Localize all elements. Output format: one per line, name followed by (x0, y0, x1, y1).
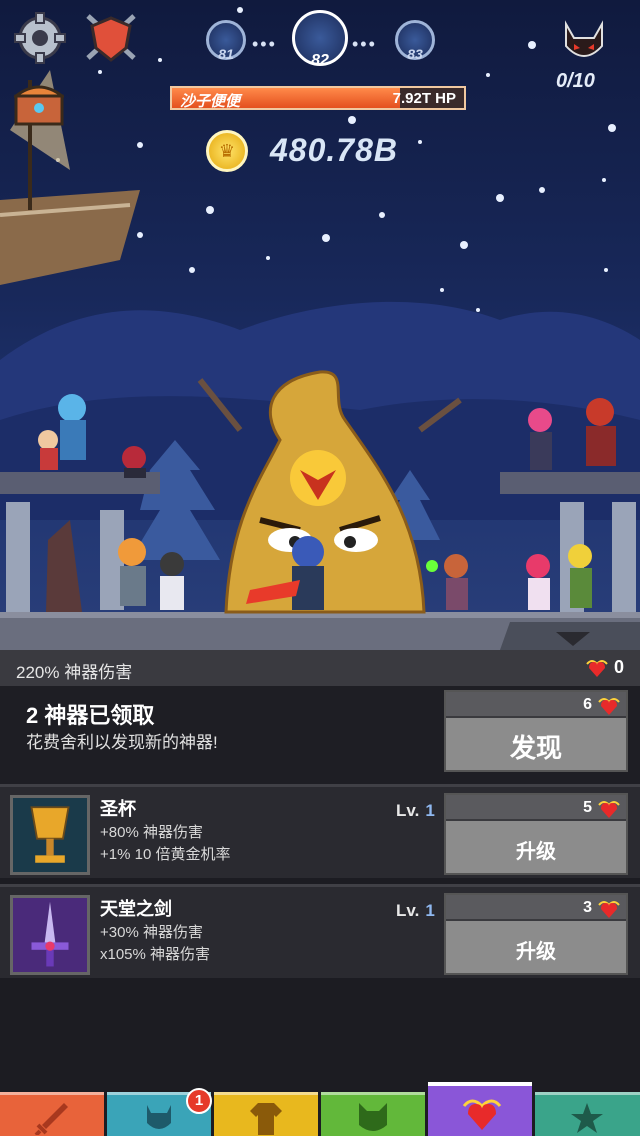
boss-kill-counter: 0/10 (556, 70, 595, 92)
holy-grail-icon[interactable] (10, 795, 90, 875)
pet-head-icon (359, 1103, 387, 1131)
stage-prev-number: 81 (218, 46, 234, 62)
discover-button[interactable]: 6 发现 (444, 690, 628, 772)
heroes-notification-badge: 1 (186, 1088, 212, 1114)
artifact-effect-2: +1% 10 倍黄金机率 (100, 846, 231, 863)
artifact-name: 天堂之剑 (100, 899, 172, 919)
heavenly-sword-icon[interactable] (10, 895, 90, 975)
tab-artifacts[interactable] (428, 1082, 532, 1136)
game-scene[interactable]: 81 ••• 82 ••• 83 0/10 沙子便便 7.92T HP ♛ 48… (0, 0, 640, 650)
tab-sword[interactable] (0, 1092, 104, 1136)
enemy-hp-value: 7.92T HP (392, 90, 456, 107)
clan-shield-icon[interactable] (84, 10, 138, 64)
shop-chest-icon[interactable] (14, 82, 64, 126)
bottom-nav (0, 1082, 640, 1136)
upgrade-button[interactable]: 5 升级 (444, 793, 628, 875)
artifact-effect-1: +80% 神器伤害 (100, 824, 203, 841)
discover-cost-value: 6 (583, 696, 592, 713)
upgrade-cost: 5 (446, 795, 626, 821)
moon-icon (435, 40, 560, 185)
relic-icon (598, 698, 620, 715)
stage-dots-left: ••• (252, 34, 277, 54)
artifact-row-heavenly-sword: 天堂之剑 +30% 神器伤害 x105% 神器伤害 Lv. 1 3 升级 (0, 884, 640, 978)
gold-coin-icon: ♛ (206, 130, 248, 172)
tab-pets[interactable] (321, 1092, 425, 1136)
stage-current-number: 82 (311, 52, 329, 69)
gold-amount: 480.78B (270, 132, 398, 168)
artifact-damage-bonus: 220% 神器伤害 (16, 663, 133, 682)
artifact-effect-2: x105% 神器伤害 (100, 946, 211, 963)
relic-icon (586, 660, 608, 677)
tab-shop[interactable] (535, 1092, 640, 1136)
stage-dots-right: ••• (352, 34, 377, 54)
right-platform (500, 472, 640, 494)
relic-icon (598, 801, 620, 818)
upgrade-label: 升级 (516, 841, 556, 863)
discover-label: 发现 (509, 733, 562, 763)
artifact-level: Lv. 1 (396, 801, 435, 820)
stage-next-number: 83 (407, 46, 423, 62)
artifact-level: Lv. 1 (396, 901, 435, 920)
artifact-row-holy-grail: 圣杯 +80% 神器伤害 +1% 10 倍黄金机率 Lv. 1 5 升级 (0, 784, 640, 878)
relic-icon (598, 901, 620, 918)
boss-demon-icon[interactable] (560, 20, 608, 64)
enemy-name: 沙子便便 (180, 93, 241, 110)
artifact-name: 圣杯 (100, 799, 136, 819)
discover-cost: 6 (446, 692, 626, 718)
settings-gear-icon[interactable] (14, 12, 66, 64)
armor-shirt-icon (250, 1103, 282, 1135)
tab-equipment[interactable] (214, 1092, 318, 1136)
helmet-icon (147, 1105, 171, 1129)
upgrade-cost-value: 3 (583, 899, 592, 916)
artifact-effect-1: +30% 神器伤害 (100, 924, 203, 941)
upgrade-cost: 3 (446, 895, 626, 921)
relic-count: 0 (614, 657, 625, 677)
sword-icon (34, 1103, 68, 1135)
upgrade-button[interactable]: 3 升级 (444, 893, 628, 975)
artifact-heart-icon (462, 1099, 502, 1130)
artifact-summary-bar: 220% 神器伤害 0 (0, 650, 640, 686)
owned-artifacts-title: 2 神器已领取 (26, 703, 155, 728)
list-empty-space (0, 978, 640, 1092)
star-icon (571, 1103, 603, 1133)
upgrade-label: 升级 (516, 941, 556, 963)
enemy-hp-bar: 沙子便便 7.92T HP (170, 86, 466, 110)
upgrade-cost-value: 5 (583, 799, 592, 816)
owned-artifacts-subtitle: 花费舍利以发现新的神器! (26, 733, 218, 752)
